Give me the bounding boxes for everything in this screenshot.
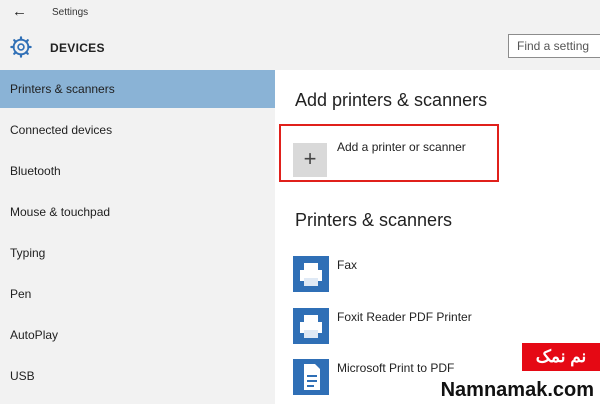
printer-icon xyxy=(293,308,329,344)
device-name: Microsoft Print to PDF xyxy=(337,361,455,375)
sidebar-item-autoplay[interactable]: AutoPlay xyxy=(0,316,275,354)
sidebar-item-bluetooth[interactable]: Bluetooth xyxy=(0,152,275,190)
device-name: Foxit Reader PDF Printer xyxy=(337,310,472,324)
watermark-persian: نم نمک xyxy=(522,343,600,371)
sidebar-item-usb[interactable]: USB xyxy=(0,357,275,395)
add-printer-button[interactable]: Add a printer or scanner xyxy=(337,140,466,154)
device-name: Fax xyxy=(337,258,358,272)
title-bar: ← Settings xyxy=(0,0,600,26)
sidebar-item-typing[interactable]: Typing xyxy=(0,234,275,272)
search-input[interactable]: Find a setting xyxy=(508,34,600,58)
page-title: DEVICES xyxy=(50,41,105,55)
sidebar-item-mouse-touchpad[interactable]: Mouse & touchpad xyxy=(0,193,275,231)
printer-icon xyxy=(293,256,329,292)
page-header: DEVICES Find a setting xyxy=(0,26,600,70)
sidebar-item-printers-scanners[interactable]: Printers & scanners xyxy=(0,70,275,108)
sidebar: Printers & scanners Connected devices Bl… xyxy=(0,70,275,404)
gear-icon xyxy=(10,36,32,58)
back-arrow-icon[interactable]: ← xyxy=(12,4,27,20)
window-title: Settings xyxy=(52,7,89,18)
printers-list-heading: Printers & scanners xyxy=(295,210,453,230)
add-icon[interactable]: + xyxy=(293,143,327,177)
document-printer-icon xyxy=(293,359,329,395)
device-item-foxit[interactable]: Foxit Reader PDF Printer xyxy=(293,308,593,348)
device-item-fax[interactable]: Fax xyxy=(293,256,593,296)
watermark-site: Namnamak.com xyxy=(404,376,600,404)
sidebar-item-pen[interactable]: Pen xyxy=(0,275,275,313)
sidebar-item-connected-devices[interactable]: Connected devices xyxy=(0,111,275,149)
add-printers-heading: Add printers & scanners xyxy=(295,90,488,110)
